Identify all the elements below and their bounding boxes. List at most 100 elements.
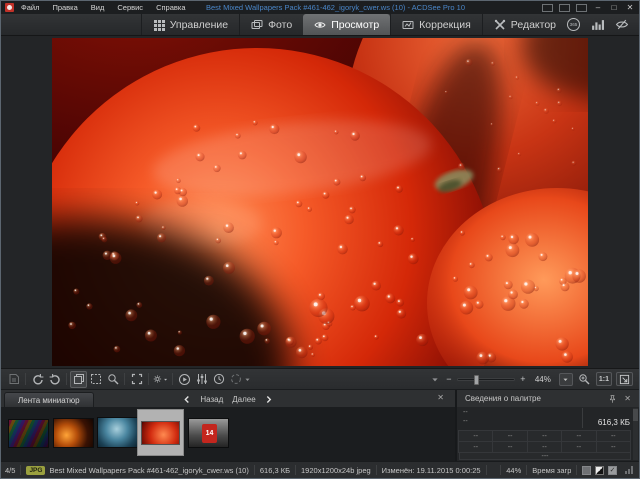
acdsee-logo-icon <box>5 3 14 12</box>
clock-icon <box>213 373 225 385</box>
layout-toggle-3-button[interactable] <box>576 4 587 12</box>
filters-button[interactable] <box>193 371 210 388</box>
fit-arrow-icon <box>619 374 630 385</box>
format-badge: JPG <box>26 466 45 475</box>
tab-editor[interactable]: Редактор <box>482 14 567 35</box>
zoom-tool-button[interactable] <box>104 371 121 388</box>
acdsee-365-icon[interactable]: 365 <box>567 18 580 31</box>
minimize-button[interactable]: – <box>593 4 603 12</box>
thumbnail-rainbow-abstract[interactable] <box>8 419 49 448</box>
slideshow-button[interactable] <box>176 371 193 388</box>
settings-button[interactable] <box>152 371 169 388</box>
pages-icon <box>73 373 85 385</box>
palette-value: --- <box>542 453 549 460</box>
display-mode-icon[interactable] <box>582 466 591 475</box>
jersey-number: 14 <box>202 424 217 443</box>
fullscreen-button[interactable] <box>128 371 145 388</box>
rotate-left-button[interactable] <box>29 371 46 388</box>
menu-view[interactable]: Вид <box>91 3 105 12</box>
viewer-toolbar: − + 44% 1:1 <box>1 368 639 389</box>
close-button[interactable]: ✕ <box>625 4 635 12</box>
filmstrip-tab[interactable]: Лента миниатюр <box>4 392 94 407</box>
back-button[interactable]: Назад <box>200 395 223 404</box>
zoom-slider[interactable] <box>457 378 515 381</box>
chevron-down-icon <box>163 376 168 383</box>
resize-grip[interactable] <box>625 466 633 474</box>
thumbnail-football-player[interactable]: 14 <box>188 418 229 448</box>
timer-button[interactable] <box>210 371 227 388</box>
status-zoom: 44% <box>506 466 521 475</box>
export-icon <box>8 373 20 385</box>
zoom-in-button[interactable]: + <box>519 374 527 384</box>
thumbnail-fire-abstract[interactable] <box>53 418 94 448</box>
image-viewer <box>1 36 639 368</box>
sync-circle-icon <box>230 373 242 385</box>
palette-panel-header: Сведения о палитре ✕ <box>457 390 639 407</box>
rotate-right-button[interactable] <box>46 371 63 388</box>
magnifier-plus-icon <box>578 373 590 385</box>
app-window: Файл Правка Вид Сервис Справка Best Mixe… <box>0 0 640 479</box>
layout-toggle-1-button[interactable] <box>542 4 553 12</box>
status-file-size: 616,3 КБ <box>260 466 290 475</box>
palette-panel-close-button[interactable]: ✕ <box>624 394 631 403</box>
thumbnail-selected-frame[interactable] <box>137 409 184 456</box>
palette-scrollbar[interactable] <box>633 408 638 460</box>
chevron-right-icon[interactable] <box>265 395 274 404</box>
status-position: 4/5 <box>5 466 15 475</box>
palette-grid: -- -- -- -- -- -- -- -- -- -- <box>459 430 631 452</box>
export-button[interactable] <box>5 371 22 388</box>
pin-icon[interactable] <box>608 394 617 404</box>
titlebar: Файл Правка Вид Сервис Справка Best Mixe… <box>1 1 639 14</box>
actual-size-button[interactable]: 1:1 <box>596 372 612 386</box>
zoom-lens-button[interactable] <box>577 371 592 388</box>
tab-manage[interactable]: Управление <box>141 14 239 35</box>
tab-manage-label: Управление <box>170 19 228 31</box>
chevron-left-icon[interactable] <box>182 395 191 404</box>
zoom-slider-thumb[interactable] <box>474 375 479 385</box>
zoom-preset-dropdown[interactable] <box>559 373 573 386</box>
pan-lens-caret-icon[interactable] <box>429 375 441 384</box>
menu-help[interactable]: Справка <box>156 3 185 12</box>
maximize-button[interactable]: □ <box>609 4 619 12</box>
photo-stack-icon <box>251 19 263 31</box>
zoom-out-button[interactable]: − <box>445 374 453 384</box>
sliders-icon <box>196 373 208 385</box>
tab-develop[interactable]: Коррекция <box>390 14 482 35</box>
zoom-percent-value: 44% <box>531 375 555 384</box>
rotate-right-icon <box>49 373 61 385</box>
view-mode-button[interactable] <box>70 371 87 388</box>
filmstrip-close-button[interactable]: ✕ <box>437 393 444 403</box>
menu-edit[interactable]: Правка <box>52 3 77 12</box>
status-dimensions: 1920x1200x24b jpeg <box>301 466 371 475</box>
crossed-tools-icon <box>494 19 506 31</box>
thumbnail-blue-abstract[interactable] <box>97 417 138 448</box>
sync-button[interactable] <box>227 371 244 388</box>
thumbnail-tomato-selected[interactable] <box>141 421 180 445</box>
statusbar: 4/5 JPG Best Mixed Wallpapers Pack #461-… <box>1 461 639 478</box>
forward-button[interactable]: Далее <box>232 395 255 404</box>
menu-file[interactable]: Файл <box>21 3 39 12</box>
menubar: Файл Правка Вид Сервис Справка <box>21 3 185 12</box>
photo-tomatoes-water-drops[interactable] <box>52 38 588 366</box>
palette-info-left: -- -- <box>459 408 583 428</box>
checkbox-icon[interactable]: ✓ <box>608 466 617 475</box>
selection-marquee-icon <box>90 373 102 385</box>
rotate-left-icon <box>32 373 44 385</box>
layout-toggle-2-button[interactable] <box>559 4 570 12</box>
status-filename: Best Mixed Wallpapers Pack #461-462_igor… <box>49 466 248 475</box>
gear-icon <box>153 373 162 385</box>
toolbar-overflow-caret-icon[interactable] <box>244 376 251 383</box>
select-tool-button[interactable] <box>87 371 104 388</box>
histogram-icon[interactable] <box>591 18 604 31</box>
contrast-toggle-icon[interactable] <box>595 466 604 475</box>
eye-slash-icon[interactable] <box>615 18 629 31</box>
grid-icon <box>153 19 165 31</box>
menu-tools[interactable]: Сервис <box>117 3 143 12</box>
fit-image-button[interactable] <box>616 372 633 386</box>
tab-view[interactable]: Просмотр <box>303 14 390 35</box>
tab-photos[interactable]: Фото <box>239 14 303 35</box>
fullscreen-icon <box>131 373 143 385</box>
status-modified: Изменён: 19.11.2015 0:00:25 <box>382 466 481 475</box>
palette-panel-body: -- -- 616,3 КБ -- -- -- -- -- -- -- -- -… <box>457 407 639 461</box>
magnifier-icon <box>107 373 119 385</box>
